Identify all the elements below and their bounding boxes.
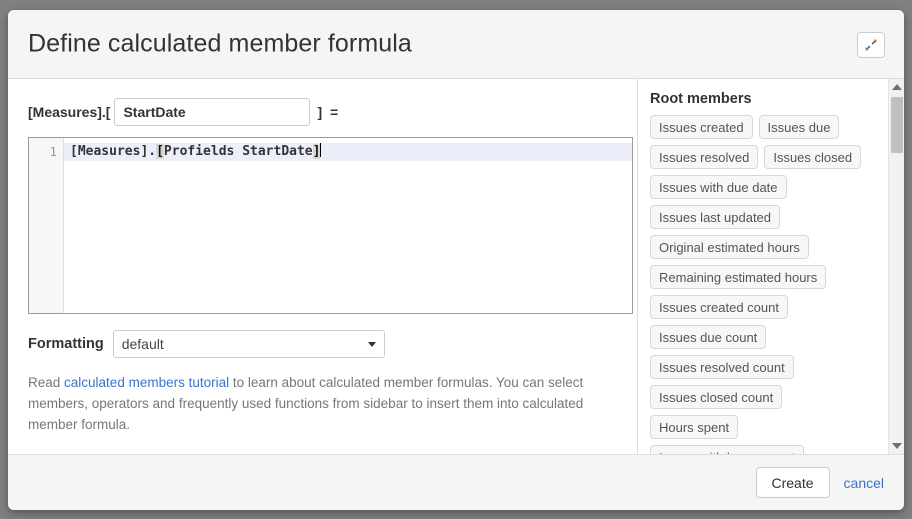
text-caret [320, 143, 322, 157]
root-member-pill[interactable]: Issues closed count [650, 385, 783, 409]
main-content: [Measures].[ ] = 1 [Measures].[Profields… [8, 79, 637, 454]
root-member-pill[interactable]: Issues created count [650, 295, 788, 319]
page-title: Define calculated member formula [28, 29, 412, 58]
code-bracket-open: [ [156, 144, 164, 159]
scrollbar-thumb[interactable] [891, 97, 903, 153]
root-member-pill[interactable]: Issues closed [764, 145, 862, 169]
expand-diagonal-icon [864, 38, 878, 52]
mdx-prefix-label: [Measures].[ [28, 104, 111, 120]
editor-gutter: 1 [29, 138, 64, 313]
sidebar: Root members Issues created Issues due Iss… [637, 79, 904, 454]
root-member-pill[interactable]: Issues due [758, 115, 840, 139]
formula-code-editor[interactable]: 1 [Measures].[Profields StartDate] [28, 137, 633, 314]
formatting-row: Formatting default [28, 330, 637, 358]
code-token-measures: [Measures]. [70, 144, 157, 159]
calculated-members-tutorial-link[interactable]: calculated members tutorial [64, 375, 229, 390]
root-member-pill[interactable]: Issues resolved [650, 145, 759, 169]
dialog-header: Define calculated member formula [8, 10, 904, 79]
formatting-label: Formatting [28, 336, 104, 352]
editor-line-number: 1 [49, 144, 57, 159]
help-text-before: Read [28, 375, 65, 390]
editor-code-area[interactable]: [Measures].[Profields StartDate] [64, 138, 632, 313]
calculated-member-dialog: Define calculated member formula [Measur… [8, 10, 904, 510]
root-member-pill[interactable]: Remaining estimated hours [650, 265, 827, 289]
cancel-link[interactable]: cancel [844, 475, 884, 491]
root-member-pill[interactable]: Original estimated hours [650, 235, 809, 259]
chevron-down-icon [891, 443, 902, 449]
root-member-pill[interactable]: Hours spent [650, 415, 739, 439]
member-name-row: [Measures].[ ] = [28, 97, 637, 127]
root-member-pill[interactable]: Issues due count [650, 325, 767, 349]
editor-active-line[interactable]: [Measures].[Profields StartDate] [64, 143, 632, 161]
root-member-pill[interactable]: Issues last updated [650, 205, 781, 229]
root-members-panel: Root members Issues created Issues due Iss… [638, 79, 888, 454]
chevron-up-icon [891, 84, 902, 90]
sidebar-scrollbar[interactable] [888, 79, 904, 454]
scrollbar-up-button[interactable] [889, 79, 904, 95]
chevron-down-icon [367, 341, 376, 347]
root-members-heading: Root members [650, 91, 752, 107]
root-member-pill[interactable]: Issues with due date [650, 175, 787, 199]
code-bracket-close: ] [312, 144, 321, 159]
help-text: Read calculated members tutorial to lear… [28, 372, 612, 435]
member-name-input[interactable] [114, 98, 311, 126]
scrollbar-down-button[interactable] [889, 438, 904, 454]
formatting-selected-value: default [121, 336, 164, 352]
code-token-member: Profields StartDate [163, 144, 313, 159]
formatting-select[interactable]: default [112, 330, 385, 358]
root-member-pill[interactable]: Issues with hours spent [650, 445, 804, 454]
expand-diagonal-icon-button[interactable] [857, 32, 885, 58]
root-member-pill[interactable]: Issues created [650, 115, 753, 139]
root-member-pill[interactable]: Issues resolved count [650, 355, 794, 379]
dialog-body: [Measures].[ ] = 1 [Measures].[Profields… [8, 79, 904, 454]
mdx-suffix-label: ] = [317, 104, 341, 120]
root-members-list: Issues created Issues due Issues resolved I… [650, 115, 872, 454]
dialog-footer: Create cancel [8, 454, 904, 510]
create-button[interactable]: Create [755, 467, 830, 498]
